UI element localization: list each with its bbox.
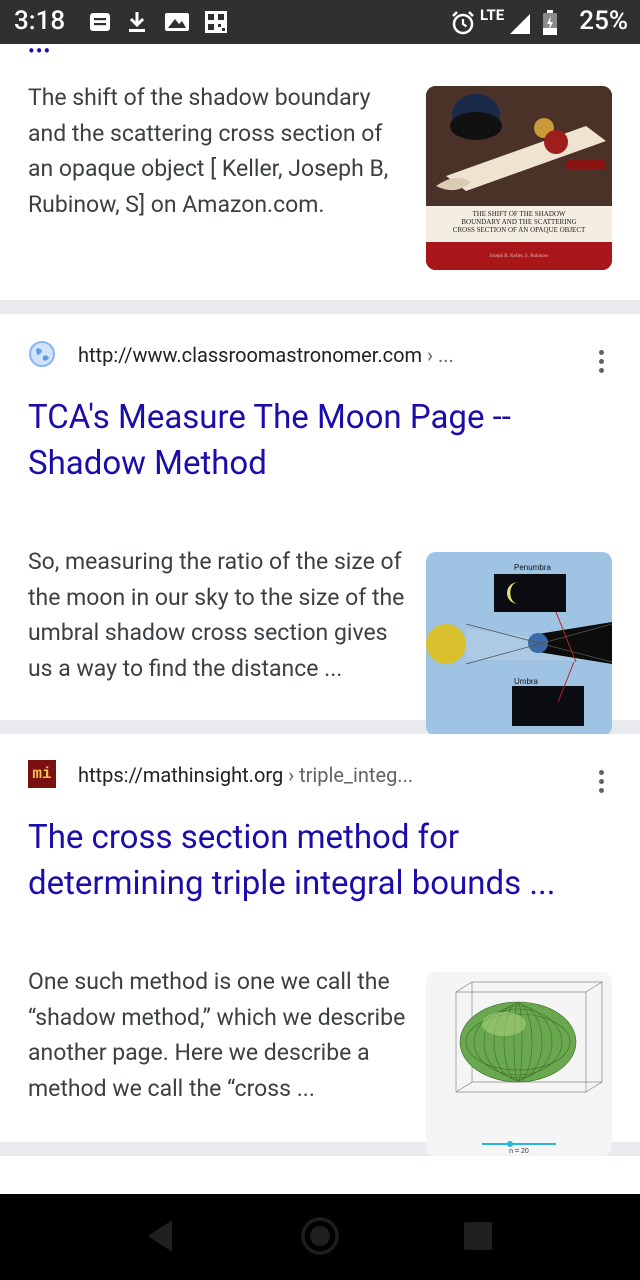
qr-icon [205,11,227,33]
home-icon[interactable] [300,1216,340,1256]
mathinsight-favicon-icon: mi [28,760,56,788]
result-url: https://mathinsight.org › triple_integ..… [78,763,414,787]
more-dots: ••• [28,44,52,63]
svg-text:Joseph B. Keller, S. Rubinow: Joseph B. Keller, S. Rubinow [489,254,548,259]
more-options-icon[interactable] [594,350,608,376]
book-cover-image: THE SHIFT OF THE SHADOW BOUNDARY AND THE… [426,86,612,270]
image-icon [165,13,189,31]
umbra-label: Umbra [514,677,539,686]
result-snippet: So, measuring the ratio of the size of t… [28,548,405,682]
result-source[interactable]: mi https://mathinsight.org › triple_inte… [28,760,608,790]
status-bar: 3:18 LTE 25% [0,0,640,44]
result-title-link[interactable]: The cross section method for determining… [28,815,618,907]
result-title-link[interactable]: TCA's Measure The Moon Page -- Shadow Me… [28,395,618,487]
result-thumbnail[interactable]: Penumbra Umbra [426,552,612,736]
download-icon [129,12,145,32]
result-url: http://www.classroomastronomer.com › ... [78,343,454,367]
ellipsoid-plot-image: n = 20 [426,972,612,1156]
alarm-icon [452,11,474,35]
signal-icon [510,14,530,34]
battery-icon [543,10,557,35]
battery-percent: 25% [579,6,628,36]
back-icon[interactable] [144,1216,176,1256]
status-time: 3:18 [14,6,66,36]
result-thumbnail[interactable]: THE SHIFT OF THE SHADOW BOUNDARY AND THE… [426,86,612,270]
result-snippet: One such method is one we call the “shad… [28,968,406,1102]
navigation-bar [0,1194,640,1280]
svg-text:BOUNDARY AND THE SCATTERING: BOUNDARY AND THE SCATTERING [461,218,576,226]
svg-text:THE SHIFT OF THE SHADOW: THE SHIFT OF THE SHADOW [472,210,565,218]
slider-caption: n = 20 [509,1148,529,1155]
recents-icon[interactable] [462,1216,494,1256]
svg-text:CROSS SECTION OF AN OPAQUE OBJ: CROSS SECTION OF AN OPAQUE OBJECT [453,226,586,234]
result-source[interactable]: http://www.classroomastronomer.com › ... [28,340,608,370]
result-thumbnail[interactable]: n = 20 [426,972,612,1156]
search-results[interactable]: ••• The shift of the shadow boundary and… [0,44,640,1194]
result-card[interactable]: ••• The shift of the shadow boundary and… [0,44,640,300]
more-options-icon[interactable] [594,770,608,796]
globe-icon [29,341,55,367]
penumbra-label: Penumbra [514,563,551,572]
result-card[interactable]: mi https://mathinsight.org › triple_inte… [0,734,640,1156]
result-card[interactable]: http://www.classroomastronomer.com › ...… [0,314,640,736]
eclipse-diagram-image: Penumbra Umbra [426,552,612,736]
message-icon [90,13,110,31]
result-card[interactable] [0,1156,640,1194]
result-snippet: The shift of the shadow boundary and the… [28,84,389,218]
network-type: LTE [480,6,505,24]
